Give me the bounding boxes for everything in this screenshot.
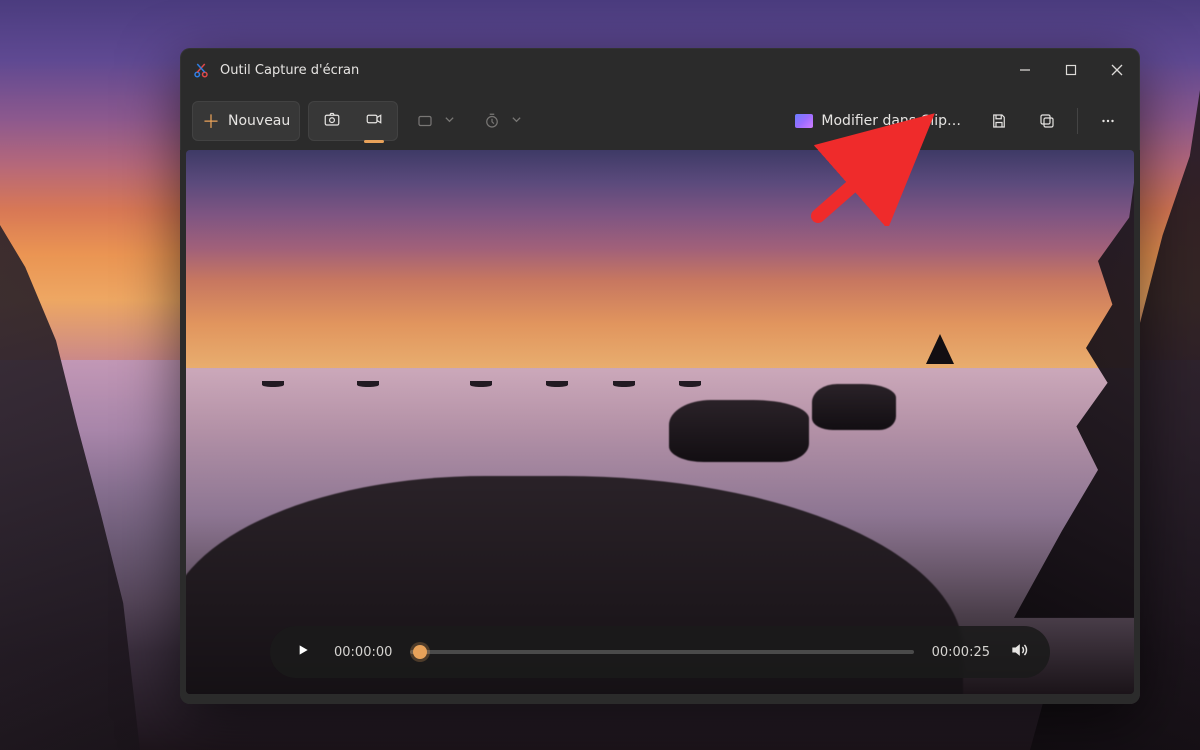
play-button[interactable] — [290, 639, 316, 665]
close-button[interactable] — [1094, 48, 1140, 92]
copy-icon — [1038, 112, 1056, 130]
timer-icon — [483, 112, 501, 130]
video-icon — [365, 110, 383, 132]
titlebar[interactable]: Outil Capture d'écran — [180, 48, 1140, 92]
copy-button[interactable] — [1027, 101, 1067, 141]
edit-in-clipchamp-label: Modifier dans Clip… — [821, 113, 961, 129]
capture-shape-icon — [416, 112, 434, 130]
play-icon — [295, 642, 311, 662]
plus-icon: ＋ — [202, 108, 220, 134]
camera-icon — [323, 110, 341, 132]
volume-button[interactable] — [1008, 641, 1030, 663]
clipchamp-icon — [795, 114, 813, 128]
video-preview[interactable] — [186, 150, 1134, 694]
capture-shape-dropdown[interactable] — [406, 101, 465, 141]
duration: 00:00:25 — [932, 645, 990, 660]
delay-timer-dropdown[interactable] — [473, 101, 532, 141]
window-title: Outil Capture d'écran — [220, 63, 359, 78]
capture-mode-segmented — [308, 101, 398, 141]
more-menu-button[interactable] — [1088, 101, 1128, 141]
more-icon — [1099, 112, 1117, 130]
window-controls — [1002, 48, 1140, 92]
content-area: 00:00:00 00:00:25 — [180, 150, 1140, 704]
current-time: 00:00:00 — [334, 645, 392, 660]
chevron-down-icon — [444, 113, 455, 129]
edit-in-clipchamp-button[interactable]: Modifier dans Clip… — [785, 101, 971, 141]
save-icon — [990, 112, 1008, 130]
video-mode-button[interactable] — [354, 105, 394, 137]
seek-thumb[interactable] — [413, 645, 427, 659]
toolbar: ＋ Nouveau — [180, 92, 1140, 150]
volume-icon — [1009, 640, 1029, 664]
chevron-down-icon — [511, 113, 522, 129]
seek-track[interactable] — [410, 650, 913, 654]
snipping-tool-window: Outil Capture d'écran ＋ Nouveau — [180, 48, 1140, 704]
minimize-button[interactable] — [1002, 48, 1048, 92]
toolbar-separator — [1077, 108, 1078, 134]
new-capture-button[interactable]: ＋ Nouveau — [192, 101, 300, 141]
photo-mode-button[interactable] — [312, 105, 352, 137]
save-button[interactable] — [979, 101, 1019, 141]
new-capture-label: Nouveau — [228, 113, 290, 129]
maximize-button[interactable] — [1048, 48, 1094, 92]
snipping-tool-icon — [192, 61, 210, 79]
video-player-bar: 00:00:00 00:00:25 — [270, 626, 1050, 678]
